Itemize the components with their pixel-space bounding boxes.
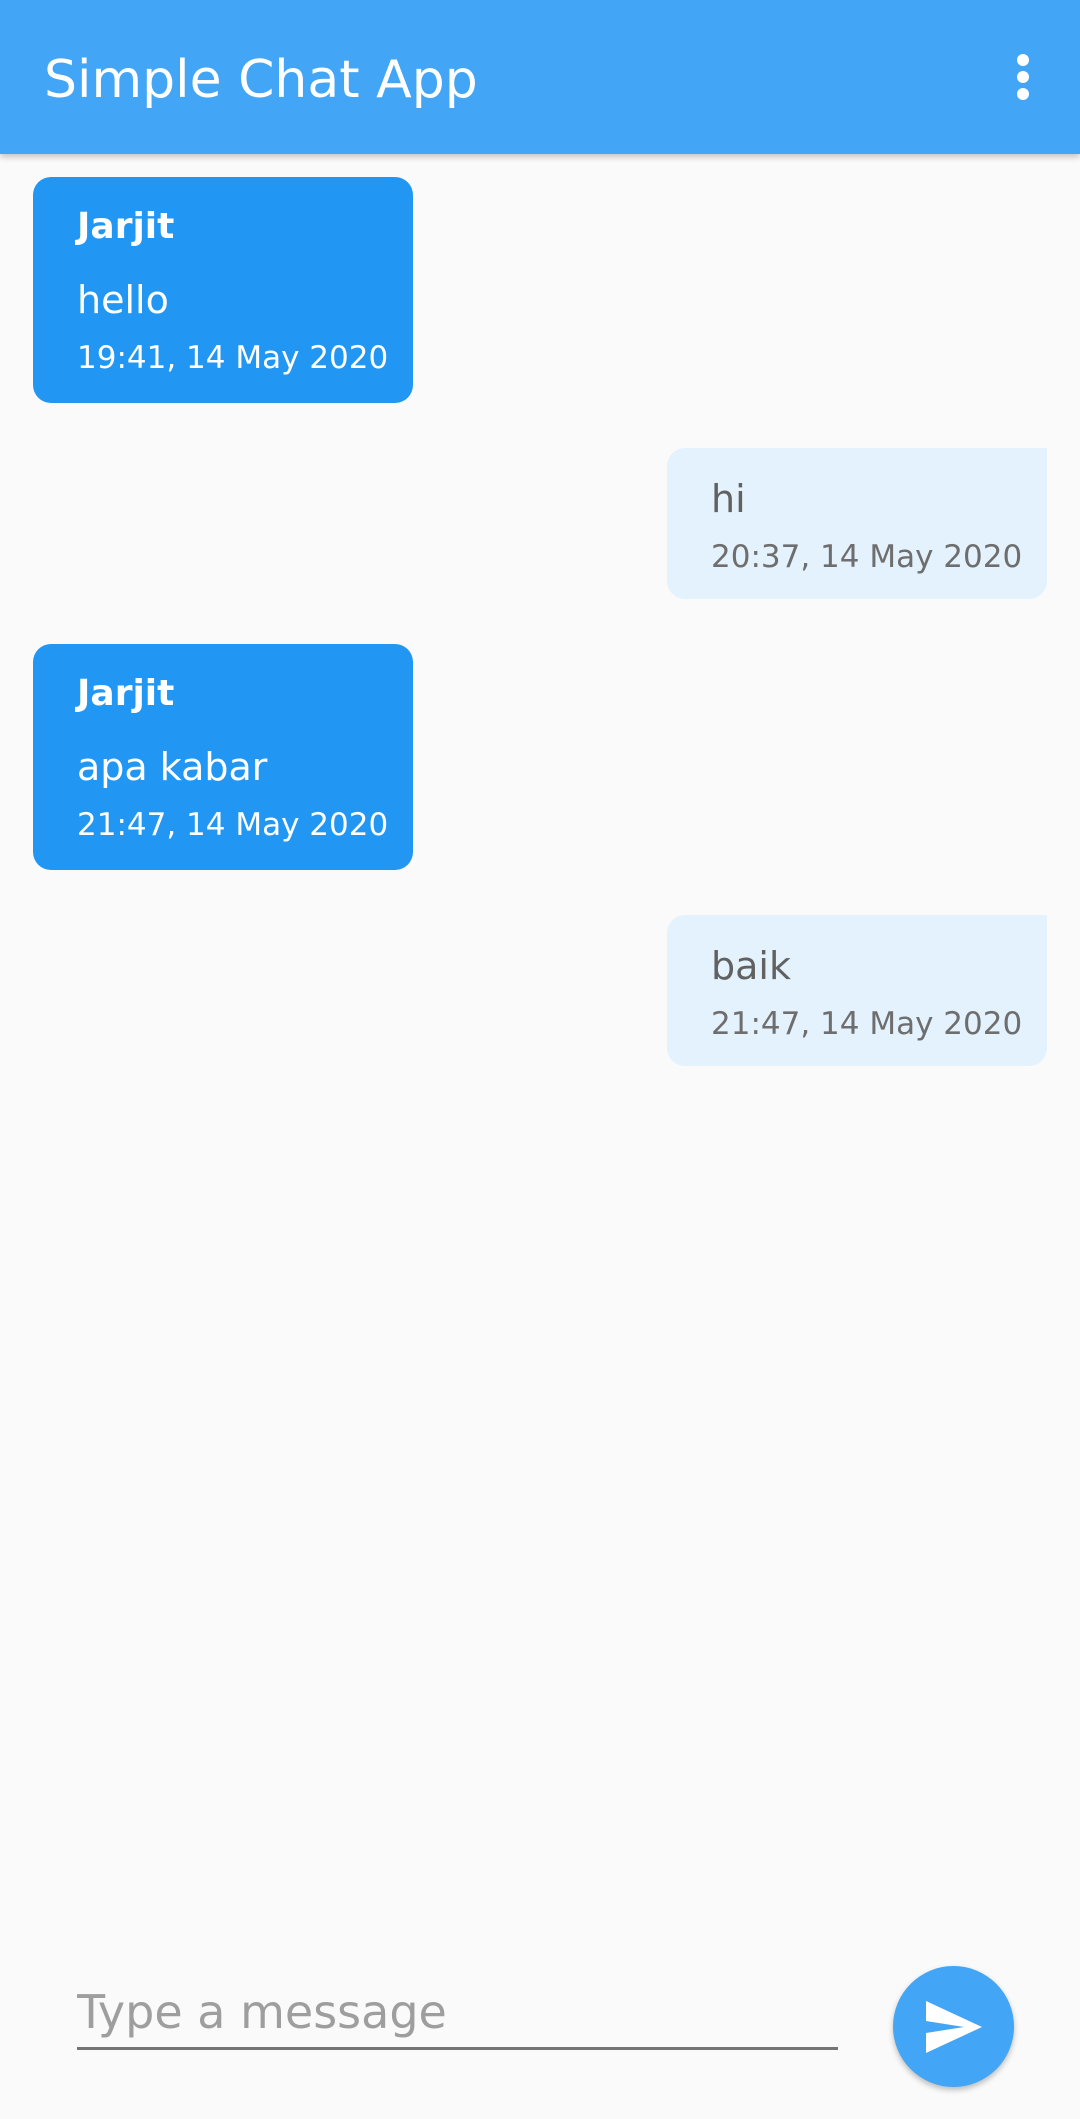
chat-screen: Simple Chat App Jarjit hello 19:41, 14 M… <box>0 0 1080 2119</box>
send-button[interactable] <box>893 1966 1014 2087</box>
message-text: hi <box>711 477 746 521</box>
incoming-message-bubble: Jarjit hello 19:41, 14 May 2020 <box>33 177 413 403</box>
message-composer <box>0 1934 1080 2119</box>
overflow-menu-button[interactable] <box>988 42 1058 112</box>
incoming-message-bubble: Jarjit apa kabar 21:47, 14 May 2020 <box>33 644 413 870</box>
message-timestamp: 19:41, 14 May 2020 <box>77 340 389 376</box>
app-title: Simple Chat App <box>44 50 478 110</box>
message-sender: Jarjit <box>77 673 175 714</box>
message-text: apa kabar <box>77 745 268 789</box>
outgoing-message-bubble: hi 20:37, 14 May 2020 <box>667 448 1047 599</box>
message-input[interactable] <box>77 1976 838 2050</box>
message-list[interactable]: Jarjit hello 19:41, 14 May 2020 hi 20:37… <box>0 154 1080 1934</box>
message-text: hello <box>77 278 169 322</box>
more-vert-icon <box>1017 54 1029 100</box>
message-timestamp: 20:37, 14 May 2020 <box>711 539 1023 575</box>
message-timestamp: 21:47, 14 May 2020 <box>77 807 389 843</box>
message-text: baik <box>711 944 791 988</box>
app-bar: Simple Chat App <box>0 0 1080 154</box>
send-icon <box>926 2001 982 2053</box>
message-timestamp: 21:47, 14 May 2020 <box>711 1006 1023 1042</box>
outgoing-message-bubble: baik 21:47, 14 May 2020 <box>667 915 1047 1066</box>
message-sender: Jarjit <box>77 206 175 247</box>
